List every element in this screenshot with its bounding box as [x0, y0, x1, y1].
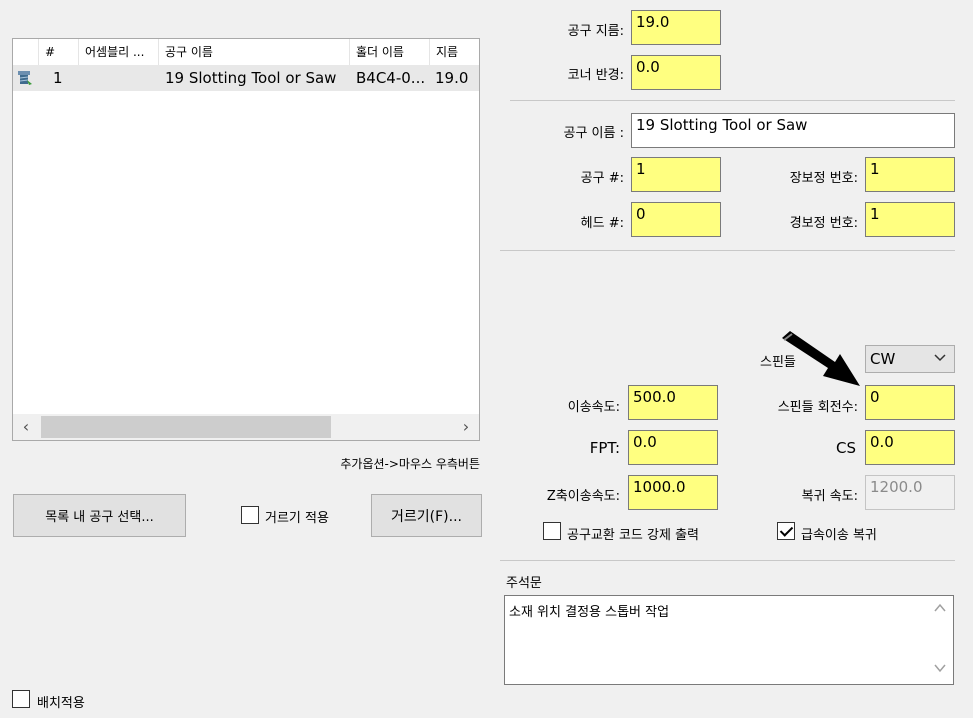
- column-header-assembly[interactable]: 어셈블리 ...: [79, 39, 159, 65]
- z-feed-input[interactable]: 1000.0: [628, 475, 718, 510]
- table-row[interactable]: 1 19 Slotting Tool or Saw B4C4-0... 19.0: [13, 65, 479, 91]
- column-header-number[interactable]: #: [39, 39, 79, 65]
- comment-label: 주석문: [506, 576, 542, 591]
- cs-label: CS: [836, 439, 856, 457]
- separator: [500, 560, 955, 561]
- spindle-direction-value: CW: [870, 350, 896, 368]
- feed-rate-label: 이송속도:: [567, 400, 620, 415]
- force-tool-change-label: 공구교환 코드 강제 출력: [567, 528, 699, 543]
- separator: [500, 250, 955, 251]
- dia-offset-input[interactable]: 1: [865, 202, 955, 237]
- rapid-return-label: 급속이송 복귀: [801, 528, 877, 543]
- length-offset-label: 장보정 번호:: [789, 171, 858, 186]
- scroll-up-icon[interactable]: [933, 602, 947, 618]
- dia-offset-label: 경보정 번호:: [789, 216, 858, 231]
- column-header-icon[interactable]: [13, 39, 39, 65]
- chevron-down-icon: [934, 349, 946, 369]
- rapid-return-checkbox[interactable]: [777, 522, 795, 540]
- row-tool-name: 19 Slotting Tool or Saw: [165, 69, 337, 87]
- force-tool-change-checkbox[interactable]: [543, 522, 561, 540]
- corner-radius-input[interactable]: 0.0: [631, 55, 721, 90]
- select-tool-button[interactable]: 목록 내 공구 선택...: [13, 494, 186, 537]
- column-header-diameter[interactable]: 지름: [430, 39, 479, 65]
- head-number-input[interactable]: 0: [631, 202, 721, 237]
- retract-speed-input: 1200.0: [865, 475, 955, 510]
- tool-diameter-input[interactable]: 19.0: [631, 10, 721, 45]
- spindle-speed-label: 스핀들 회전수:: [777, 400, 858, 415]
- length-offset-input[interactable]: 1: [865, 157, 955, 192]
- spindle-direction-select[interactable]: CW: [865, 345, 955, 373]
- fpt-label: FPT:: [589, 439, 620, 457]
- batch-apply-label: 배치적용: [37, 696, 85, 711]
- batch-apply-checkbox[interactable]: [12, 690, 30, 708]
- tool-diameter-label: 공구 지름:: [567, 24, 624, 39]
- scrollbar-thumb[interactable]: [41, 416, 331, 438]
- z-feed-label: Z축이송속도:: [546, 489, 620, 504]
- apply-filter-label: 거르기 적용: [265, 511, 329, 526]
- scroll-right-icon[interactable]: ›: [453, 414, 479, 440]
- comment-textarea[interactable]: 소재 위치 결정용 스톱버 작업: [504, 595, 954, 685]
- hint-text: 추가옵션->마우스 우측버튼: [340, 457, 480, 471]
- separator: [510, 100, 955, 101]
- retract-speed-label: 복귀 속도:: [801, 489, 858, 504]
- tool-name-input[interactable]: 19 Slotting Tool or Saw: [631, 113, 955, 148]
- row-diameter: 19.0: [435, 69, 469, 87]
- row-assembly: [85, 65, 159, 91]
- row-number: 1: [53, 69, 63, 87]
- fpt-input[interactable]: 0.0: [628, 430, 718, 465]
- comment-text: 소재 위치 결정용 스톱버 작업: [509, 605, 670, 620]
- column-header-tool-name[interactable]: 공구 이름: [159, 39, 350, 65]
- tool-list[interactable]: # 어셈블리 ... 공구 이름 홀더 이름 지름 1 19 Slotting …: [12, 38, 480, 441]
- spindle-speed-input[interactable]: 0: [865, 385, 955, 420]
- tool-number-label: 공구 #:: [580, 171, 624, 186]
- row-holder-name: B4C4-0...: [356, 69, 426, 87]
- end-mill-icon: [16, 65, 36, 91]
- cs-input[interactable]: 0.0: [865, 430, 955, 465]
- head-number-label: 헤드 #:: [580, 216, 624, 231]
- apply-filter-checkbox[interactable]: [241, 506, 259, 524]
- tool-number-input[interactable]: 1: [631, 157, 721, 192]
- scroll-left-icon[interactable]: ‹: [13, 414, 39, 440]
- annotation-arrow-icon: [776, 328, 866, 392]
- column-header-holder-name[interactable]: 홀더 이름: [350, 39, 430, 65]
- tool-name-label: 공구 이름 :: [563, 126, 625, 141]
- corner-radius-label: 코너 반경:: [567, 68, 624, 83]
- filter-button[interactable]: 거르기(F)...: [371, 494, 482, 537]
- scroll-down-icon[interactable]: [933, 662, 947, 678]
- feed-rate-input[interactable]: 500.0: [628, 385, 718, 420]
- horizontal-scrollbar[interactable]: ‹ ›: [13, 414, 479, 440]
